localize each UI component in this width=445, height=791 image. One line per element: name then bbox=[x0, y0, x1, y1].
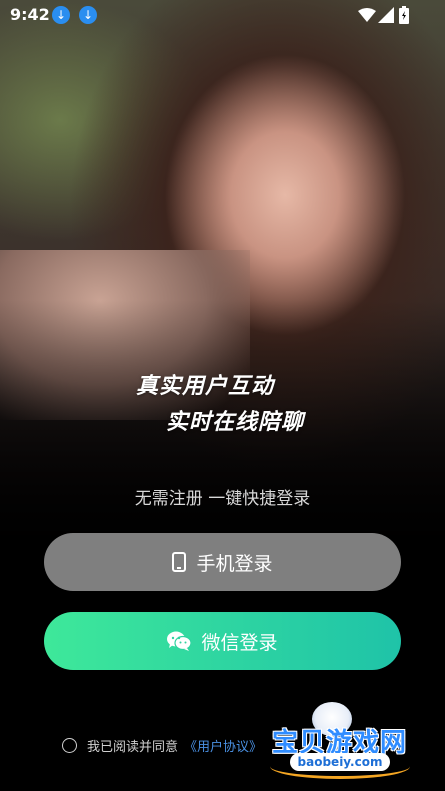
phone-login-label: 手机登录 bbox=[196, 552, 273, 575]
status-time: 9:42 bbox=[10, 5, 50, 24]
wechat-icon bbox=[167, 631, 192, 651]
wechat-login-label: 微信登录 bbox=[201, 631, 278, 654]
user-agreement-link[interactable]: 《用户协议》 bbox=[184, 736, 262, 755]
watermark-url: baobeiy.com bbox=[290, 753, 390, 771]
agreement-prefix: 我已阅读并同意 bbox=[87, 740, 179, 755]
battery-charging-icon bbox=[399, 6, 409, 24]
wifi-icon bbox=[358, 8, 376, 22]
phone-icon bbox=[172, 552, 187, 572]
hero-background-photo bbox=[0, 0, 445, 560]
download-icon: ↓ bbox=[52, 6, 70, 24]
agreement-checkbox[interactable] bbox=[62, 738, 77, 753]
quick-login-subtitle: 无需注册 一键快捷登录 bbox=[134, 489, 311, 509]
signal-icon bbox=[378, 7, 394, 23]
watermark: 宝贝游戏网 baobeiy.com bbox=[270, 700, 420, 780]
slogan-line-2: 实时在线陪聊 bbox=[166, 410, 305, 435]
download-icon: ↓ bbox=[79, 6, 97, 24]
wechat-login-button[interactable]: 微信登录 bbox=[44, 612, 401, 670]
agreement-row: 我已阅读并同意 《用户协议》 bbox=[62, 736, 262, 755]
slogan-line-1: 真实用户互动 bbox=[136, 374, 275, 399]
phone-login-button[interactable]: 手机登录 bbox=[44, 533, 401, 591]
status-bar: 9:42 ↓ ↓ bbox=[0, 0, 445, 30]
